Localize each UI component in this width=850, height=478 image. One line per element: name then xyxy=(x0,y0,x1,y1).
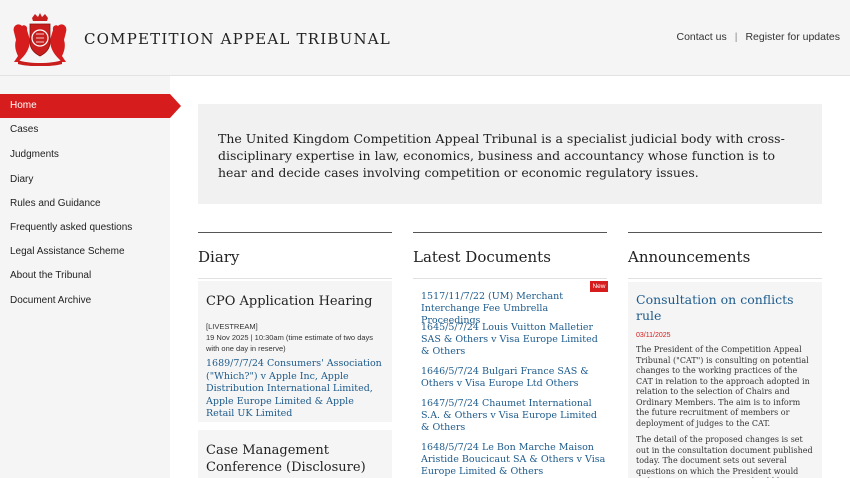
sidebar-item-legal-assistance[interactable]: Legal Assistance Scheme xyxy=(0,240,170,264)
section-divider xyxy=(198,232,392,233)
document-link[interactable]: 1646/5/7/24 Bulgari France SAS & Others … xyxy=(421,366,607,390)
document-link[interactable]: 1647/5/7/24 Chaumet International S.A. &… xyxy=(421,398,607,434)
intro-panel: The United Kingdom Competition Appeal Tr… xyxy=(198,104,822,204)
sidebar-item-rules-guidance[interactable]: Rules and Guidance xyxy=(0,192,170,216)
sidebar-nav: Home Cases Judgments Diary Rules and Gui… xyxy=(0,76,181,478)
announcement-date: 03/11/2025 xyxy=(636,332,671,339)
section-divider xyxy=(413,278,607,279)
sidebar-item-label: Diary xyxy=(10,174,34,185)
sidebar-item-about[interactable]: About the Tribunal xyxy=(0,264,170,288)
document-link[interactable]: 1648/5/7/24 Le Bon Marche Maison Aristid… xyxy=(421,442,607,478)
sidebar-item-label: About the Tribunal xyxy=(10,270,92,281)
diary-column: Diary xyxy=(198,232,392,279)
announcement-card: Consultation on conflicts rule 03/11/202… xyxy=(628,282,822,478)
announcement-paragraph: The detail of the proposed changes is se… xyxy=(636,435,813,478)
document-link[interactable]: 1645/5/7/24 Louis Vuitton Malletier SAS … xyxy=(421,322,607,358)
diary-card: CPO Application Hearing [LIVESTREAM] 19 … xyxy=(198,281,392,422)
sidebar-item-document-archive[interactable]: Document Archive xyxy=(0,289,170,313)
contact-us-link[interactable]: Contact us xyxy=(677,31,727,43)
royal-crest-logo[interactable] xyxy=(8,12,72,66)
sidebar-item-label: Rules and Guidance xyxy=(10,198,101,209)
diary-heading: Diary xyxy=(198,248,240,266)
announcement-title[interactable]: Consultation on conflicts rule xyxy=(636,292,814,324)
announcements-heading: Announcements xyxy=(628,248,751,266)
section-divider xyxy=(628,278,822,279)
register-updates-link[interactable]: Register for updates xyxy=(745,31,840,43)
site-header: COMPETITION APPEAL TRIBUNAL Contact us | R… xyxy=(0,0,850,76)
section-divider xyxy=(413,232,607,233)
diary-card-title[interactable]: Case Management Conference (Disclosure) xyxy=(206,442,384,476)
sidebar-item-home[interactable]: Home xyxy=(0,94,181,118)
section-divider xyxy=(198,278,392,279)
diary-card: Case Management Conference (Disclosure) xyxy=(198,430,392,478)
sidebar-item-label: Judgments xyxy=(10,149,59,160)
diary-case-link[interactable]: 1689/7/7/24 Consumers' Association ("Whi… xyxy=(206,358,384,421)
livestream-tag: [LIVESTREAM] xyxy=(206,322,258,331)
sidebar-item-label: Cases xyxy=(10,124,39,135)
sidebar-item-judgments[interactable]: Judgments xyxy=(0,143,170,167)
link-separator: | xyxy=(734,31,738,43)
sidebar-item-label: Document Archive xyxy=(10,295,92,306)
sidebar-item-faq[interactable]: Frequently asked questions xyxy=(0,216,170,240)
sidebar-item-diary[interactable]: Diary xyxy=(0,168,170,192)
diary-card-datetime: 19 Nov 2025 | 10:30am (time estimate of … xyxy=(206,333,374,353)
top-links: Contact us | Register for updates xyxy=(677,31,841,43)
documents-column: Latest Documents xyxy=(413,232,607,279)
intro-text: The United Kingdom Competition Appeal Tr… xyxy=(218,131,785,180)
site-title[interactable]: COMPETITION APPEAL TRIBUNAL xyxy=(84,30,391,48)
announcements-column: Announcements xyxy=(628,232,822,279)
active-arrow-icon xyxy=(170,94,181,118)
diary-card-title[interactable]: CPO Application Hearing xyxy=(206,293,384,310)
sidebar-item-label: Frequently asked questions xyxy=(10,222,133,233)
sidebar-item-label: Legal Assistance Scheme xyxy=(10,246,125,257)
announcement-paragraph: The President of the Competition Appeal … xyxy=(636,345,810,428)
sidebar-item-label: Home xyxy=(10,100,37,111)
section-divider xyxy=(628,232,822,233)
sidebar-item-cases[interactable]: Cases xyxy=(0,118,170,142)
documents-heading: Latest Documents xyxy=(413,248,551,266)
